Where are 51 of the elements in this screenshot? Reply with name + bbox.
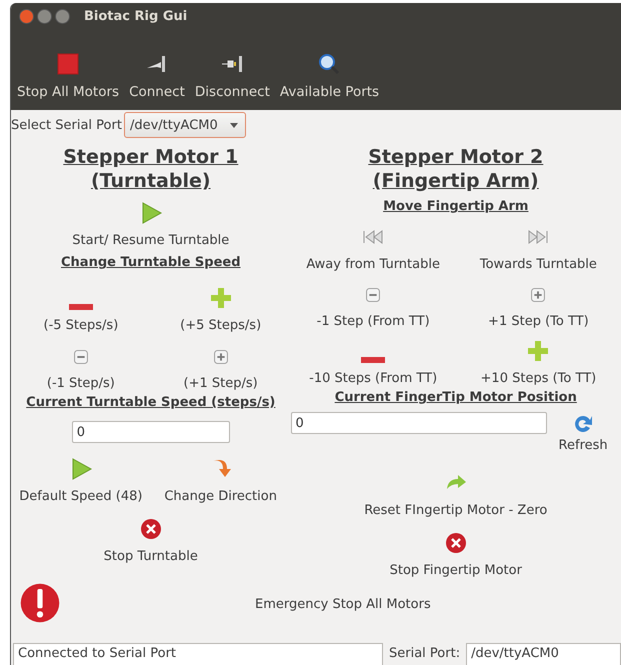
serial-port-dropdown[interactable]: /dev/ttyACM0 [124, 112, 246, 138]
action-button[interactable]: Change Direction [164, 457, 277, 507]
minimize-button[interactable] [37, 9, 52, 24]
stop-icon [444, 531, 468, 555]
section-heading: Move Fingertip Arm [383, 198, 528, 216]
section-heading: Current FingerTip Motor Position [334, 389, 577, 407]
move-button[interactable]: Away from Turntable [306, 219, 440, 272]
refresh-button[interactable]: Refresh [558, 412, 608, 453]
toolbar-button[interactable]: Disconnect [190, 52, 274, 100]
speed-field[interactable]: 0 [72, 421, 230, 443]
section-heading: Current Turntable Speed (steps/s) [26, 394, 276, 412]
window-title: Biotac Rig Gui [84, 9, 188, 24]
position-field[interactable]: 0 [290, 412, 547, 434]
serial-port-label: Select Serial Port [11, 118, 122, 132]
stop-icon [138, 517, 163, 541]
stop-button[interactable]: Stop Turntable [104, 517, 198, 565]
toolbar-button[interactable]: Connect [125, 52, 189, 100]
minus-icon [68, 304, 93, 310]
toolbar-button[interactable]: Available Ports [276, 52, 384, 100]
section-title: (Turntable) [90, 169, 211, 193]
serial-port-label: Serial Port: [389, 645, 460, 663]
reset-button[interactable]: Reset FIngertip Motor - Zero [364, 471, 548, 521]
speed-button[interactable]: (-5 Steps/s) [44, 279, 118, 333]
caret-icon [230, 122, 238, 128]
section-title: Stepper Motor 1 [63, 145, 238, 169]
section-title: Stepper Motor 2 [368, 145, 544, 169]
stop-button[interactable]: Stop Fingertip Motor [390, 531, 522, 579]
alert-icon [19, 582, 61, 624]
status-message: Connected to Serial Port [13, 643, 383, 665]
action-button[interactable]: Default Speed (48) [19, 457, 142, 507]
search-icon [317, 52, 342, 76]
toolbar-button[interactable]: Stop All Motors [13, 52, 124, 100]
move-button[interactable]: Towards Turntable [480, 219, 597, 272]
section-title: (Fingertip Arm) [372, 169, 539, 193]
section-heading: Change Turntable Speed [61, 254, 241, 272]
plus-icon [526, 339, 550, 363]
move-button[interactable]: +1 Step (To TT) [488, 276, 589, 329]
start-button[interactable]: Start/ Resume Turntable [72, 201, 230, 253]
speed-button[interactable]: (+5 Steps/s) [180, 279, 262, 333]
move-button[interactable]: +10 Steps (To TT) [480, 333, 596, 386]
stop-icon [56, 52, 80, 76]
maximize-button[interactable] [55, 9, 70, 24]
speed-button[interactable]: (-1 Step/s) [46, 337, 115, 391]
move-button[interactable]: -10 Steps (From TT) [309, 333, 438, 386]
speed-button[interactable]: (+1 Step/s) [184, 337, 258, 391]
minus-icon [361, 357, 386, 363]
close-button[interactable] [19, 9, 34, 24]
emergency-stop-label: Emergency Stop All Motors [255, 596, 431, 612]
serial-port-value: /dev/ttyACM0 [466, 643, 621, 665]
move-button[interactable]: -1 Step (From TT) [316, 276, 430, 329]
plus-icon [208, 286, 233, 310]
